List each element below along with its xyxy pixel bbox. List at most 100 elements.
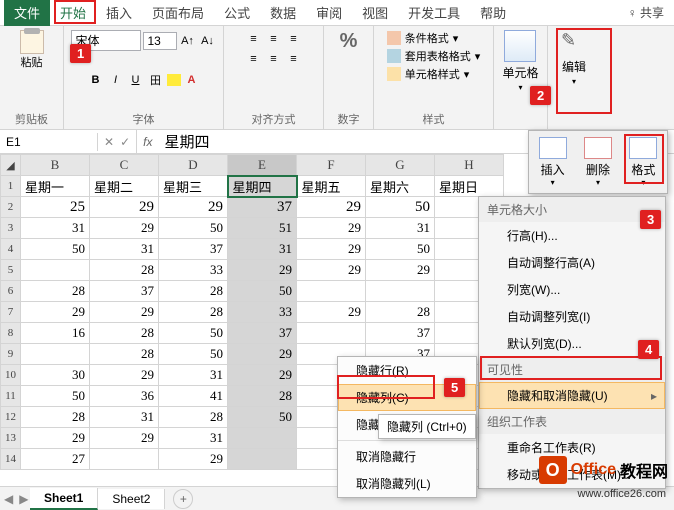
cell[interactable]: 29: [366, 260, 435, 281]
cell[interactable]: 31: [90, 239, 159, 260]
cell[interactable]: 星期三: [159, 176, 228, 197]
cell[interactable]: 28: [159, 407, 228, 428]
sheet-tab-1[interactable]: Sheet1: [30, 488, 98, 510]
increase-font-icon[interactable]: A↑: [179, 32, 197, 50]
row-header[interactable]: 4: [1, 239, 21, 260]
row-header[interactable]: 6: [1, 281, 21, 302]
edit-button[interactable]: ✎ 编辑 ▾: [561, 30, 587, 86]
cell[interactable]: 25: [21, 197, 90, 218]
cell[interactable]: 28: [228, 386, 297, 407]
cell[interactable]: 29: [297, 239, 366, 260]
percent-icon[interactable]: %: [340, 30, 358, 53]
cell[interactable]: 27: [21, 449, 90, 470]
cell[interactable]: 29: [21, 428, 90, 449]
cell[interactable]: 29: [297, 260, 366, 281]
cell[interactable]: [228, 428, 297, 449]
name-box[interactable]: E1: [0, 133, 98, 151]
confirm-icon[interactable]: ✓: [120, 135, 130, 149]
col-header[interactable]: G: [366, 155, 435, 176]
cell[interactable]: 50: [159, 323, 228, 344]
cell[interactable]: 星期一: [21, 176, 90, 197]
cell[interactable]: 29: [228, 344, 297, 365]
cell[interactable]: 16: [21, 323, 90, 344]
alignment-buttons[interactable]: ≡≡≡ ≡≡≡: [245, 30, 303, 68]
cell[interactable]: [297, 323, 366, 344]
col-header[interactable]: C: [90, 155, 159, 176]
cell-active[interactable]: 星期四: [228, 176, 297, 197]
cell[interactable]: 28: [159, 281, 228, 302]
cell[interactable]: [21, 260, 90, 281]
tab-layout[interactable]: 页面布局: [142, 0, 214, 26]
cell[interactable]: 50: [228, 407, 297, 428]
cell[interactable]: 29: [21, 302, 90, 323]
underline-button[interactable]: U: [127, 71, 145, 89]
table-format-button[interactable]: 套用表格格式 ▾: [387, 48, 481, 64]
row-header[interactable]: 14: [1, 449, 21, 470]
sheet-tab-2[interactable]: Sheet2: [98, 489, 165, 509]
delete-cells-button[interactable]: 删除▾: [580, 137, 615, 187]
cell-style-button[interactable]: 单元格样式 ▾: [387, 66, 481, 82]
hide-unhide-item[interactable]: 隐藏和取消隐藏(U)▸: [479, 382, 665, 409]
col-header[interactable]: B: [21, 155, 90, 176]
cell[interactable]: 29: [228, 260, 297, 281]
cell[interactable]: 星期日: [435, 176, 504, 197]
tab-insert[interactable]: 插入: [96, 0, 142, 26]
fill-color-button[interactable]: [167, 74, 181, 86]
cell[interactable]: 28: [159, 302, 228, 323]
format-cells-button[interactable]: 格式▾: [626, 137, 661, 187]
cell[interactable]: 37: [159, 239, 228, 260]
row-header[interactable]: 3: [1, 218, 21, 239]
cell[interactable]: [21, 344, 90, 365]
font-color-button[interactable]: A: [183, 71, 201, 89]
row-header[interactable]: 9: [1, 344, 21, 365]
cell[interactable]: 37: [90, 281, 159, 302]
cell[interactable]: 28: [21, 281, 90, 302]
cell[interactable]: 29: [90, 428, 159, 449]
formula-input[interactable]: 星期四: [158, 131, 215, 152]
tab-review[interactable]: 审阅: [306, 0, 352, 26]
cell[interactable]: 28: [90, 260, 159, 281]
cancel-icon[interactable]: ✕: [104, 135, 114, 149]
cell[interactable]: 29: [90, 302, 159, 323]
cell[interactable]: 31: [228, 239, 297, 260]
tab-file[interactable]: 文件: [4, 0, 50, 26]
cell[interactable]: 50: [159, 344, 228, 365]
insert-cells-button[interactable]: 插入▾: [535, 137, 570, 187]
tab-start[interactable]: 开始: [50, 0, 96, 26]
cell[interactable]: 50: [159, 218, 228, 239]
cell[interactable]: 50: [366, 239, 435, 260]
cell[interactable]: 33: [159, 260, 228, 281]
cell[interactable]: 31: [366, 218, 435, 239]
tab-formula[interactable]: 公式: [214, 0, 260, 26]
cell[interactable]: 36: [90, 386, 159, 407]
cell[interactable]: 29: [297, 197, 366, 218]
unhide-col-item[interactable]: 取消隐藏列(L): [338, 470, 476, 497]
tab-help[interactable]: 帮助: [470, 0, 516, 26]
col-header[interactable]: F: [297, 155, 366, 176]
cell[interactable]: 31: [159, 365, 228, 386]
row-header[interactable]: 12: [1, 407, 21, 428]
cell[interactable]: 29: [159, 197, 228, 218]
cell[interactable]: 29: [90, 197, 159, 218]
row-header[interactable]: 1: [1, 176, 21, 197]
row-header[interactable]: 7: [1, 302, 21, 323]
col-header[interactable]: H: [435, 155, 504, 176]
cell[interactable]: 29: [159, 449, 228, 470]
conditional-format-button[interactable]: 条件格式 ▾: [387, 30, 481, 46]
auto-col-width-item[interactable]: 自动调整列宽(I): [479, 303, 665, 330]
cell[interactable]: 31: [90, 407, 159, 428]
row-header[interactable]: 5: [1, 260, 21, 281]
row-header[interactable]: 8: [1, 323, 21, 344]
cell[interactable]: 37: [366, 323, 435, 344]
cell[interactable]: 41: [159, 386, 228, 407]
cell[interactable]: 51: [228, 218, 297, 239]
fx-icon[interactable]: fx: [137, 135, 158, 149]
cell[interactable]: 28: [21, 407, 90, 428]
cell[interactable]: [228, 449, 297, 470]
decrease-font-icon[interactable]: A↓: [199, 32, 217, 50]
cell[interactable]: 31: [21, 218, 90, 239]
row-header[interactable]: 11: [1, 386, 21, 407]
share-button[interactable]: ♀ 共享: [618, 0, 674, 25]
border-button[interactable]: 田: [147, 71, 165, 89]
bold-button[interactable]: B: [87, 71, 105, 89]
